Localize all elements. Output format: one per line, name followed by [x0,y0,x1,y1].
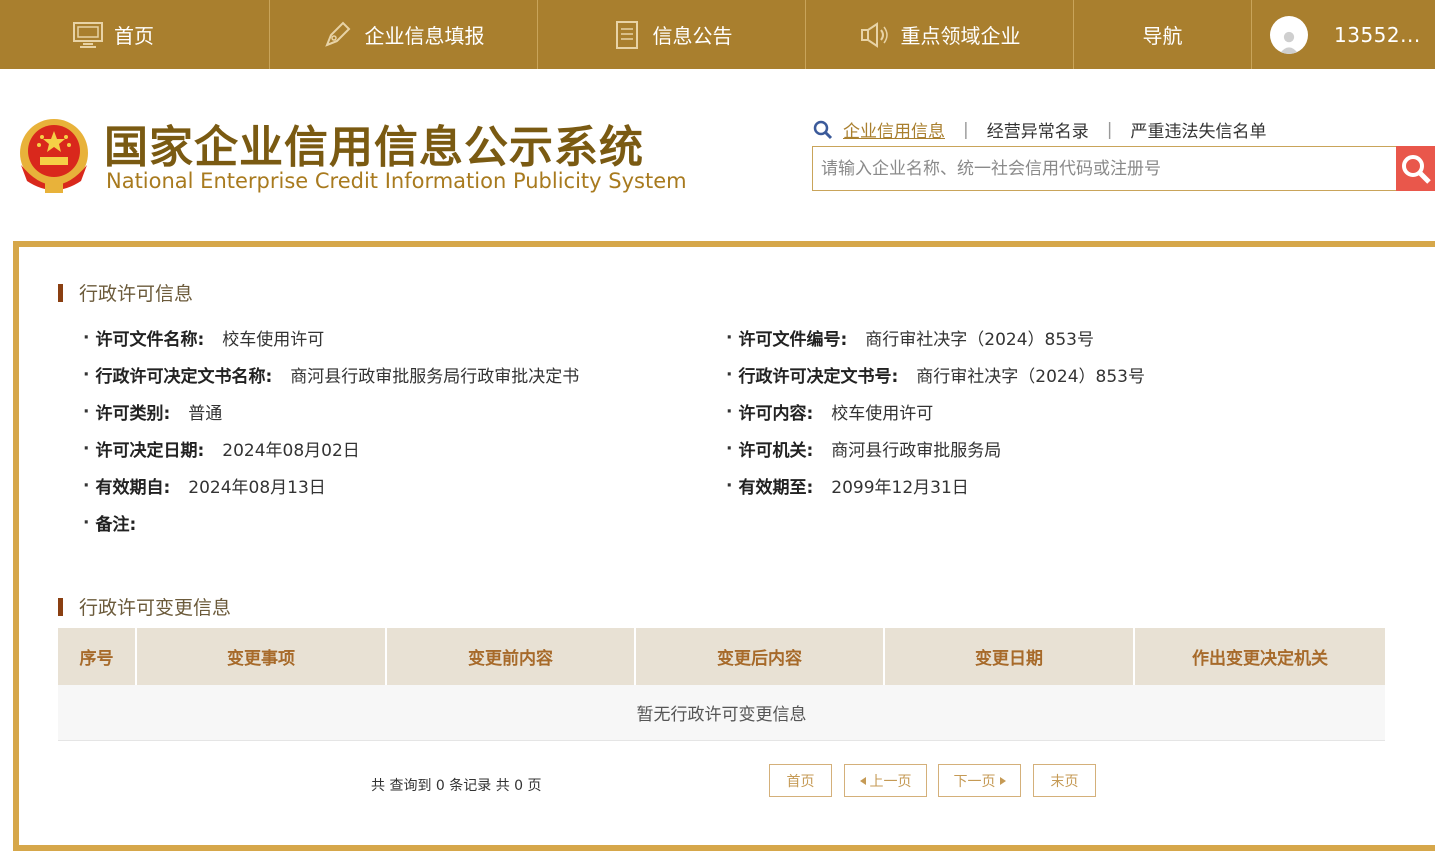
search-category-links: 企业信用信息 | 经营异常名录 | 严重违法失信名单 [813,117,1266,142]
nav-guide-label: 导航 [1142,24,1183,48]
pager-next-button[interactable]: 下一页 [938,764,1021,797]
column-header: 变更日期 [885,628,1135,685]
table-header: 序号 变更事项 变更前内容 变更后内容 变更日期 作出变更决定机关 [58,628,1385,685]
top-nav: 首页 企业信息填报 信息公告 重点领域企业 导航 13552... [0,0,1435,69]
pager-first-button[interactable]: 首页 [769,764,832,797]
info-permit-category: · 许可类别: 普通 [83,401,223,425]
avatar[interactable] [1270,15,1308,54]
link-dishonest-list[interactable]: 严重违法失信名单 [1130,117,1266,142]
nav-home[interactable]: 首页 [0,0,270,69]
column-header: 变更事项 [137,628,387,685]
user-name: 13552... [1334,22,1421,47]
info-permit-file-name: · 许可文件名称: 校车使用许可 [83,327,325,351]
section-change-title: 行政许可变更信息 [79,597,232,619]
pager-last-button[interactable]: 末页 [1033,764,1096,797]
site-title-en: National Enterprise Credit Information P… [106,169,687,193]
nav-key-field[interactable]: 重点领域企业 [806,0,1074,69]
search-button[interactable] [1396,146,1435,191]
link-credit-info[interactable]: 企业信用信息 [843,117,945,142]
section-permit-title: 行政许可信息 [79,283,194,305]
column-header: 序号 [58,628,137,685]
info-decision-date: · 许可决定日期: 2024年08月02日 [83,438,360,462]
info-permit-file-number: · 许可文件编号: 商行审社决字（2024）853号 [726,327,1094,351]
monitor-icon [73,21,103,48]
column-header: 变更后内容 [636,628,885,685]
pen-icon [324,21,350,47]
info-valid-from: · 有效期自: 2024年08月13日 [83,475,326,499]
pager-prev-button[interactable]: 上一页 [844,764,927,797]
section-permit-info: 行政许可信息 [58,279,193,306]
caret-left-icon [859,776,866,785]
national-emblem-icon [20,119,88,193]
nav-notice-label: 信息公告 [652,24,733,48]
section-change-info: 行政许可变更信息 [58,593,231,620]
column-header: 作出变更决定机关 [1192,649,1328,669]
nav-key-field-label: 重点领域企业 [900,24,1021,48]
search-icon [813,120,833,139]
speaker-icon [860,21,888,48]
search-input[interactable] [813,147,1401,190]
magnifier-icon [1401,154,1431,184]
site-header: 国家企业信用信息公示系统 National Enterprise Credit … [0,69,1435,241]
nav-home-label: 首页 [114,24,154,48]
info-valid-to: · 有效期至: 2099年12月31日 [726,475,969,499]
empty-message: 暂无行政许可变更信息 [636,705,807,725]
nav-fill-label: 企业信息填报 [364,24,485,48]
user-menu[interactable]: 13552... [1252,0,1435,69]
section-marker [58,283,63,302]
change-table: 序号 变更事项 变更前内容 变更后内容 变更日期 作出变更决定机关 暂无行政许可… [58,628,1385,741]
link-abnormal-list[interactable]: 经营异常名录 [987,117,1089,142]
link-separator: | [963,119,969,140]
site-title-cn: 国家企业信用信息公示系统 [104,122,644,173]
pager-summary: 共 查询到 0 条记录 共 0 页 [371,778,542,794]
info-decision-doc-number: · 行政许可决定文书号: 商行审社决字（2024）853号 [726,364,1145,388]
user-icon [1279,31,1299,54]
column-header: 变更前内容 [387,628,636,685]
info-permit-authority: · 许可机关: 商河县行政审批服务局 [726,438,1002,462]
link-separator: | [1106,119,1113,140]
info-permit-content: · 许可内容: 校车使用许可 [726,401,934,425]
info-remark: · 备注: [83,512,137,536]
search-box [812,146,1402,191]
nav-notice[interactable]: 信息公告 [538,0,806,69]
info-decision-doc-name: · 行政许可决定文书名称: 商河县行政审批服务局行政审批决定书 [83,364,580,388]
nav-guide[interactable]: 导航 [1074,0,1252,69]
document-icon [615,20,638,49]
content-panel: 行政许可信息 · 许可文件名称: 校车使用许可 · 行政许可决定文书名称: 商河… [13,241,1435,851]
section-marker [58,597,63,616]
table-empty-row: 暂无行政许可变更信息 [58,685,1385,741]
nav-fill-report[interactable]: 企业信息填报 [270,0,538,69]
caret-right-icon [999,776,1006,785]
